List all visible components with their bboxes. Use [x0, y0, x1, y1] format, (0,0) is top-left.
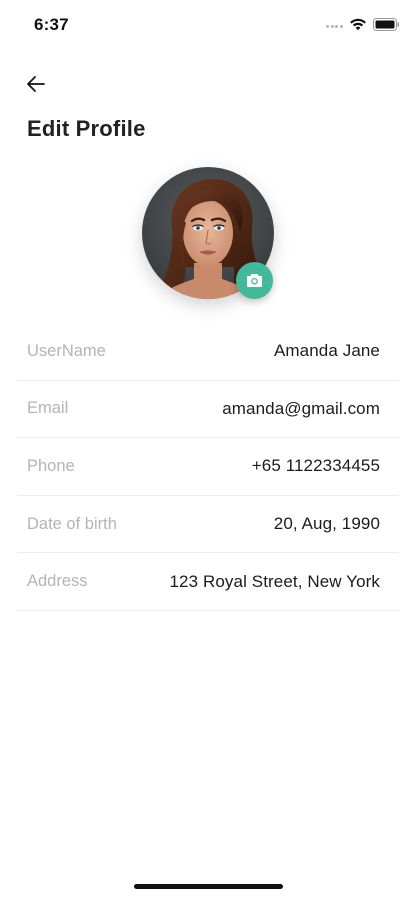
- wifi-icon: [350, 18, 366, 31]
- phone-value[interactable]: +65 1122334455: [252, 456, 380, 476]
- address-value[interactable]: 123 Royal Street, New York: [170, 572, 381, 592]
- change-photo-button[interactable]: [236, 262, 273, 299]
- email-row[interactable]: Email amanda@gmail.com: [17, 381, 399, 439]
- avatar-container: [142, 167, 274, 299]
- phone-row[interactable]: Phone +65 1122334455: [17, 438, 399, 496]
- username-label: UserName: [27, 341, 106, 360]
- phone-label: Phone: [27, 456, 75, 475]
- back-button[interactable]: [24, 72, 48, 96]
- camera-icon: [247, 274, 262, 287]
- cellular-signal-icon: [326, 25, 346, 29]
- address-label: Address: [27, 572, 88, 591]
- email-value[interactable]: amanda@gmail.com: [222, 399, 380, 419]
- page-title: Edit Profile: [27, 116, 146, 141]
- date-of-birth-row[interactable]: Date of birth 20, Aug, 1990: [17, 496, 399, 554]
- profile-fields-list: UserName Amanda Jane Email amanda@gmail.…: [17, 323, 399, 611]
- home-indicator[interactable]: [134, 884, 283, 889]
- username-row[interactable]: UserName Amanda Jane: [17, 323, 399, 381]
- username-value[interactable]: Amanda Jane: [274, 341, 380, 361]
- battery-icon: [373, 18, 400, 31]
- email-label: Email: [27, 399, 69, 418]
- date-of-birth-label: Date of birth: [27, 514, 117, 533]
- address-row[interactable]: Address 123 Royal Street, New York: [17, 553, 399, 611]
- date-of-birth-value[interactable]: 20, Aug, 1990: [274, 514, 380, 534]
- status-time: 6:37: [34, 15, 69, 34]
- arrow-left-icon: [27, 76, 45, 92]
- status-bar: 6:37: [0, 0, 416, 50]
